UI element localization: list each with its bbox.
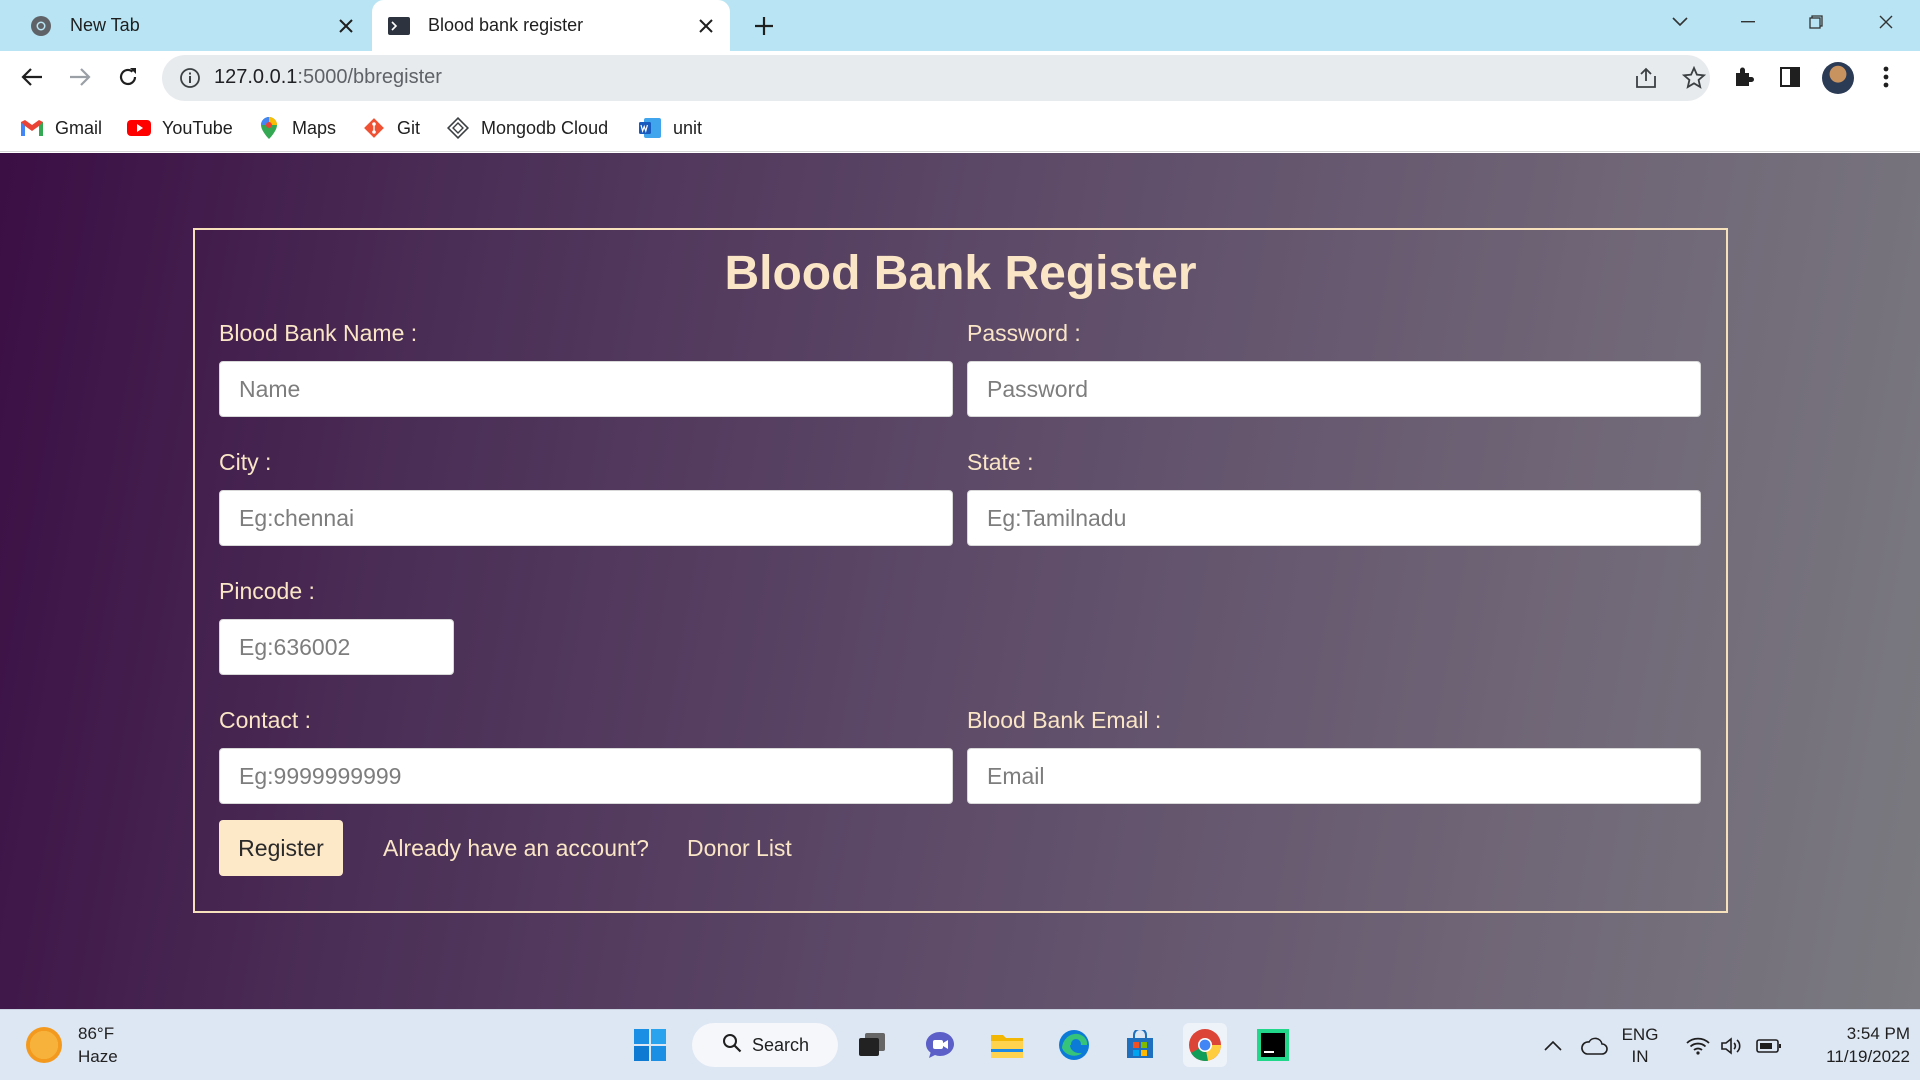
pincode-input[interactable] — [219, 619, 454, 675]
url-host: 127.0.0.1 — [214, 66, 298, 88]
terminal-icon — [388, 15, 410, 37]
site-info-icon[interactable] — [178, 66, 202, 90]
language-line1: ENG — [1621, 1024, 1659, 1044]
share-icon[interactable] — [1632, 64, 1660, 92]
gmail-icon — [20, 116, 44, 140]
more-menu-icon[interactable] — [1868, 59, 1904, 95]
page-viewport: Blood Bank Register Blood Bank Name : Pa… — [0, 153, 1920, 1009]
side-panel-icon[interactable] — [1772, 59, 1808, 95]
bookmark-label: Maps — [292, 117, 337, 138]
donor-list-link[interactable]: Donor List — [687, 835, 792, 862]
pincode-label: Pincode : — [219, 578, 315, 604]
city-label: City : — [219, 449, 272, 475]
bookmark-label: YouTube — [162, 117, 233, 138]
browser-toolbar: 127.0.0.1:5000/bbregister — [0, 51, 1920, 104]
close-tab-icon[interactable] — [332, 12, 360, 40]
search-icon — [722, 1033, 742, 1058]
tab-title: Blood bank register — [428, 15, 584, 35]
bookmark-maps[interactable]: Maps — [257, 114, 336, 142]
weather-condition: Haze — [78, 1047, 118, 1066]
bookmark-star-icon[interactable] — [1680, 64, 1708, 92]
tab-title: New Tab — [70, 15, 140, 35]
system-clock[interactable]: 3:54 PM 11/19/2022 — [1800, 1022, 1910, 1068]
email-label: Blood Bank Email : — [967, 707, 1162, 733]
city-input[interactable] — [219, 490, 953, 546]
password-input[interactable] — [967, 361, 1701, 417]
clock-date: 11/19/2022 — [1826, 1047, 1910, 1066]
bookmarks-bar: Gmail YouTube Maps Git Mongodb Cloud uni… — [0, 104, 1920, 152]
email-input[interactable] — [967, 748, 1701, 804]
maps-icon — [257, 116, 281, 140]
mongodb-icon — [446, 116, 470, 140]
language-line2: IN — [1631, 1046, 1649, 1066]
blood-bank-name-input[interactable] — [219, 361, 953, 417]
tab-blood-bank-register[interactable]: Blood bank register — [372, 0, 730, 51]
show-hidden-icons-chevron-icon[interactable] — [1538, 1010, 1568, 1080]
bookmark-label: unit — [673, 117, 703, 138]
state-input[interactable] — [967, 490, 1701, 546]
minimize-icon[interactable] — [1728, 6, 1768, 38]
back-arrow-icon[interactable] — [14, 59, 50, 95]
microsoft-store-icon[interactable] — [1118, 1023, 1162, 1067]
edge-browser-icon[interactable] — [1052, 1023, 1096, 1067]
close-window-icon[interactable] — [1866, 6, 1906, 38]
profile-avatar[interactable] — [1822, 62, 1854, 94]
onedrive-cloud-icon[interactable] — [1576, 1010, 1612, 1080]
taskbar-search[interactable]: Search — [692, 1023, 838, 1067]
bookmark-label: Mongodb Cloud — [481, 117, 609, 138]
chrome-icon — [30, 15, 52, 37]
contact-label: Contact : — [219, 707, 312, 733]
bookmark-youtube[interactable]: YouTube — [127, 114, 233, 142]
url-text: 127.0.0.1:5000/bbregister — [214, 66, 442, 89]
youtube-icon — [127, 116, 151, 140]
windows-start-icon[interactable] — [628, 1023, 672, 1067]
clock-time: 3:54 PM — [1846, 1024, 1910, 1043]
tab-strip: New Tab Blood bank register — [0, 0, 1920, 51]
tab-new-tab[interactable]: New Tab — [14, 0, 370, 51]
bookmark-unit[interactable]: unit — [638, 114, 702, 142]
bookmark-mongodb-cloud[interactable]: Mongodb Cloud — [446, 114, 608, 142]
taskbar: 86°F Haze Search ENG IN 3:54 PM 11/19/20… — [0, 1009, 1920, 1080]
login-link[interactable]: Already have an account? — [383, 835, 649, 862]
weather-widget[interactable]: 86°F Haze — [26, 1022, 118, 1068]
weather-temp: 86°F — [78, 1024, 115, 1043]
contact-input[interactable] — [219, 748, 953, 804]
bookmark-label: Gmail — [55, 117, 103, 138]
file-explorer-icon[interactable] — [985, 1023, 1029, 1067]
page-title: Blood Bank Register — [724, 247, 1197, 300]
bookmark-git[interactable]: Git — [362, 114, 420, 142]
new-tab-button[interactable] — [748, 10, 780, 42]
address-bar[interactable]: 127.0.0.1:5000/bbregister — [162, 55, 1710, 101]
password-label: Password : — [967, 320, 1081, 346]
search-label: Search — [752, 1034, 810, 1055]
register-button[interactable]: Register — [219, 820, 343, 876]
word-icon — [638, 116, 662, 140]
blood-bank-name-label: Blood Bank Name : — [219, 320, 418, 346]
git-icon — [362, 116, 386, 140]
bookmark-gmail[interactable]: Gmail — [20, 114, 102, 142]
restore-icon[interactable] — [1796, 6, 1836, 38]
tab-search-chevron-icon[interactable] — [1660, 6, 1700, 38]
haze-sun-icon — [26, 1027, 62, 1063]
close-tab-icon[interactable] — [692, 12, 720, 40]
register-form: Blood Bank Register Blood Bank Name : Pa… — [193, 228, 1728, 913]
pycharm-icon[interactable] — [1251, 1023, 1295, 1067]
url-path: :5000/bbregister — [297, 66, 442, 88]
battery-icon[interactable] — [1752, 1010, 1786, 1080]
chrome-taskbar-icon[interactable] — [1183, 1023, 1227, 1067]
task-view-icon[interactable] — [850, 1023, 894, 1067]
language-indicator[interactable]: ENG IN — [1614, 1010, 1666, 1080]
bookmark-label: Git — [397, 117, 421, 138]
extensions-puzzle-icon[interactable] — [1726, 59, 1762, 95]
volume-icon[interactable] — [1716, 1010, 1748, 1080]
state-label: State : — [967, 449, 1034, 475]
forward-arrow-icon[interactable] — [62, 59, 98, 95]
teams-chat-icon[interactable] — [918, 1023, 962, 1067]
wifi-icon[interactable] — [1682, 1010, 1714, 1080]
reload-icon[interactable] — [110, 59, 146, 95]
